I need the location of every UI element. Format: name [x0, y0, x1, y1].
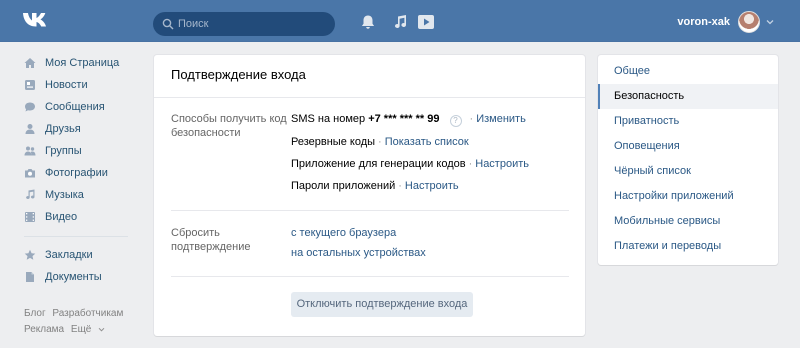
user-menu[interactable]: voron-xak: [677, 11, 774, 33]
app-passwords-setup-link[interactable]: Настроить: [405, 180, 459, 192]
section-divider: [171, 210, 569, 211]
app-passwords-row: Пароли приложений · Настроить: [291, 179, 459, 193]
sidebar-item-groups[interactable]: Группы: [24, 140, 154, 162]
menu-item-notifications[interactable]: Оповещения: [598, 134, 778, 159]
sidebar-item-label: Закладки: [45, 249, 93, 261]
search-box[interactable]: [153, 12, 335, 36]
header-divider: [154, 97, 585, 98]
news-icon: [25, 80, 35, 90]
phone-number: +7 *** *** ** 99: [368, 113, 440, 125]
menu-item-security[interactable]: Безопасность: [598, 84, 778, 109]
vk-logo-icon[interactable]: [22, 11, 50, 31]
music-note-icon[interactable]: [392, 14, 410, 30]
music-icon: [26, 189, 35, 200]
chevron-down-icon: [766, 20, 774, 25]
disable-confirmation-button[interactable]: Отключить подтверждение входа: [291, 292, 473, 317]
app-codes-row: Приложение для генерации кодов · Настроить: [291, 157, 529, 171]
camera-icon: [25, 169, 35, 178]
footer-link-developers[interactable]: Разработчикам: [52, 308, 123, 319]
sidebar-item-label: Моя Страница: [45, 57, 120, 69]
menu-item-blacklist[interactable]: Чёрный список: [598, 159, 778, 184]
chevron-down-icon: [98, 327, 105, 332]
reset-current-browser-link[interactable]: с текущего браузера: [291, 226, 396, 240]
menu-item-mobile-services[interactable]: Мобильные сервисы: [598, 209, 778, 234]
sms-prefix: SMS на номер: [291, 113, 366, 125]
section-divider: [171, 276, 569, 277]
bell-icon[interactable]: [359, 14, 377, 30]
friend-icon: [25, 124, 35, 134]
sidebar-item-label: Сообщения: [45, 101, 105, 113]
app-codes-label: Приложение для генерации кодов: [291, 158, 466, 170]
video-icon: [25, 212, 35, 222]
side-navigation: Моя Страница Новости Сообщения Друзья Гр…: [24, 52, 154, 288]
separator-dot: ·: [468, 158, 473, 170]
footer-more-label: Ещё: [70, 324, 92, 335]
settings-menu: Общее Безопасность Приватность Оповещени…: [598, 55, 778, 265]
menu-item-privacy[interactable]: Приватность: [598, 109, 778, 134]
sidebar-item-news[interactable]: Новости: [24, 74, 154, 96]
app-passwords-label: Пароли приложений: [291, 180, 396, 192]
show-list-link[interactable]: Показать список: [385, 136, 469, 148]
document-icon: [26, 272, 34, 282]
sidebar-item-label: Документы: [45, 271, 102, 283]
sidebar-item-label: Группы: [45, 145, 82, 157]
message-icon: [25, 102, 35, 112]
sidebar-item-friends[interactable]: Друзья: [24, 118, 154, 140]
vk-logo-graphic: [23, 13, 46, 27]
menu-item-payments[interactable]: Платежи и переводы: [598, 234, 778, 259]
sidebar-item-my-page[interactable]: Моя Страница: [24, 52, 154, 74]
top-bar: voron-xak: [0, 0, 800, 42]
search-icon: [162, 18, 174, 30]
menu-item-app-settings[interactable]: Настройки приложений: [598, 184, 778, 209]
separator-dot: ·: [378, 136, 382, 148]
group-icon: [24, 146, 36, 156]
sidebar-item-label: Фотографии: [45, 167, 108, 179]
search-input[interactable]: [178, 14, 328, 34]
sidebar-item-label: Новости: [45, 79, 88, 91]
login-confirmation-panel: Подтверждение входа Способы получить код…: [154, 55, 585, 336]
sidebar-item-label: Музыка: [45, 189, 84, 201]
home-icon: [24, 58, 36, 68]
sidebar-item-label: Друзья: [45, 123, 81, 135]
reset-other-devices-link[interactable]: на остальных устройствах: [291, 246, 426, 260]
avatar: [738, 11, 760, 33]
footer-link-blog[interactable]: Блог: [24, 308, 46, 319]
sidebar-item-messages[interactable]: Сообщения: [24, 96, 154, 118]
sidebar-item-video[interactable]: Видео: [24, 206, 154, 228]
play-icon[interactable]: [417, 14, 435, 30]
methods-label: Способы получить код безопасности: [171, 113, 287, 139]
separator-dot: ·: [398, 180, 402, 192]
sidebar-divider: [24, 236, 128, 237]
menu-item-general[interactable]: Общее: [598, 59, 778, 84]
footer-link-more[interactable]: Ещё: [71, 324, 105, 335]
sidebar-item-photos[interactable]: Фотографии: [24, 162, 154, 184]
change-phone-link[interactable]: Изменить: [476, 113, 526, 125]
page-title: Подтверждение входа: [171, 67, 306, 82]
sidebar-footer: Блог Разработчикам Реклама Ещё: [24, 306, 144, 338]
app-codes-setup-link[interactable]: Настроить: [475, 158, 529, 170]
sidebar-item-documents[interactable]: Документы: [24, 266, 154, 288]
reset-label: Сбросить подтверждение: [171, 227, 251, 253]
separator-dot: ·: [469, 113, 474, 125]
backup-codes-row: Резервные коды · Показать список: [291, 135, 469, 149]
sidebar-item-bookmarks[interactable]: Закладки: [24, 244, 154, 266]
sms-row: SMS на номер +7 *** *** ** 99 ? · Изменить: [291, 112, 526, 127]
sidebar-item-label: Видео: [45, 211, 78, 223]
backup-codes-label: Резервные коды: [291, 136, 376, 148]
username: voron-xak: [677, 16, 730, 28]
sidebar-item-music[interactable]: Музыка: [24, 184, 154, 206]
footer-link-ads[interactable]: Реклама: [24, 324, 64, 335]
star-icon: [24, 249, 36, 260]
help-icon[interactable]: ?: [449, 115, 462, 127]
